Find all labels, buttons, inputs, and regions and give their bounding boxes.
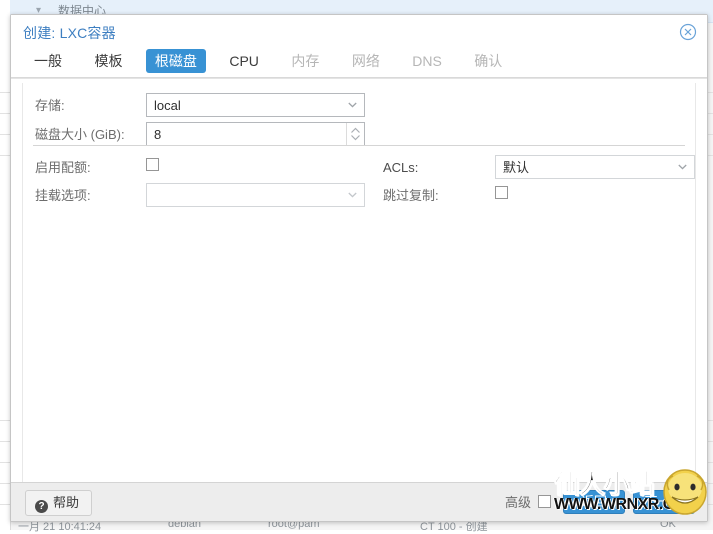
skip-replication-checkbox[interactable] [495,186,508,199]
help-button[interactable]: ? 帮助 [25,490,93,516]
advanced-label: 高级 [504,495,531,510]
storage-label: 存储: [35,98,65,113]
tab-general[interactable]: 一般 [25,49,71,73]
next-button[interactable]: 下一步 [633,490,695,514]
tab-memory[interactable]: 内存 [282,49,328,73]
dialog-header: 创建: LXC容器 [11,15,707,49]
chevron-down-icon [348,102,357,108]
advanced-checkbox[interactable] [538,495,551,508]
storage-select[interactable]: local [146,93,365,117]
create-lxc-container-dialog: 创建: LXC容器 一般 模板 根磁盘 CPU 内存 网络 DNS 确认 存储:… [10,14,708,522]
mount-options-select[interactable] [146,183,365,207]
acls-select[interactable]: 默认 [495,155,695,179]
tab-network[interactable]: 网络 [343,49,389,73]
acls-value: 默认 [503,160,530,175]
mount-options-field-row: 挂载选项: [35,183,365,209]
dialog-footer: ? 帮助 高级 返回 下一步 [11,482,707,521]
dialog-tab-bar: 一般 模板 根磁盘 CPU 内存 网络 DNS 确认 [11,49,707,78]
enable-quota-checkbox[interactable] [146,158,159,171]
chevron-down-icon [678,164,687,170]
storage-value: local [154,98,181,113]
skip-replication-label: 跳过复制: [383,188,439,203]
skip-replication-field-row: 跳过复制: [383,183,695,209]
dialog-title: 创建: LXC容器 [23,25,116,41]
question-mark-icon: ? [35,500,48,513]
disk-size-label: 磁盘大小 (GiB): [35,127,125,142]
tab-cpu[interactable]: CPU [220,49,268,73]
disk-size-input[interactable]: 8 [146,122,365,146]
help-button-label: 帮助 [53,495,80,510]
tab-root-disk[interactable]: 根磁盘 [145,49,206,73]
storage-field-row: 存储: local [35,93,365,119]
root-disk-form-panel: 存储: local 磁盘大小 (GiB): 8 启用配额: 挂载选项: ACLs… [22,83,696,485]
tab-template[interactable]: 模板 [85,49,131,73]
disk-size-value: 8 [154,127,162,142]
back-button[interactable]: 返回 [563,490,625,514]
tab-dns[interactable]: DNS [403,49,451,73]
spinner-updown-icon[interactable] [346,123,364,145]
acls-label: ACLs: [383,160,419,175]
enable-quota-field-row: 启用配额: [35,155,365,181]
acls-field-row: ACLs: 默认 [383,155,695,181]
mount-options-label: 挂载选项: [35,188,91,203]
tab-confirm[interactable]: 确认 [465,49,511,73]
close-circle-icon[interactable] [679,23,697,41]
form-separator [33,145,685,146]
enable-quota-label: 启用配额: [35,160,91,175]
chevron-down-icon [348,192,357,198]
dialog-body: 存储: local 磁盘大小 (GiB): 8 启用配额: 挂载选项: ACLs… [11,78,707,485]
